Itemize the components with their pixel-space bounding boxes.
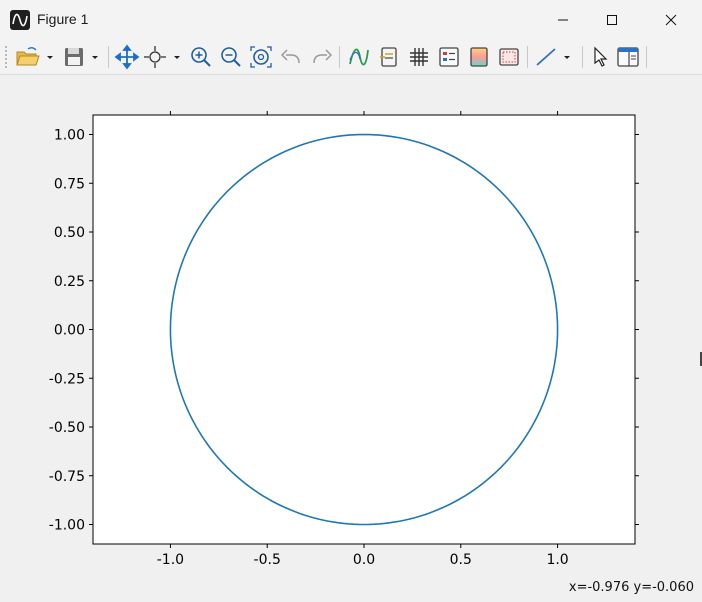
maximize-icon [607,15,617,25]
move-arrows-icon [114,44,140,70]
maximize-button[interactable] [589,0,635,40]
legend-icon [439,47,459,67]
save-button[interactable] [62,44,104,70]
minimize-button[interactable] [540,0,586,40]
grid-icon [410,48,428,66]
undo-icon [280,49,300,64]
line-icon [536,48,570,66]
cursor-label-icon [380,47,397,67]
y-tick-label: -1.00 [49,518,85,534]
y-tick-label: -0.25 [49,371,85,387]
curve-icon [349,48,369,66]
x-tick-label: -1.0 [157,552,184,568]
axes-frame-icon [499,48,519,66]
legend-button[interactable] [436,44,462,70]
axes-background [93,115,635,544]
zoom-fit-button[interactable] [248,44,274,70]
pointer-icon [594,46,608,67]
toolbar-separator [582,46,583,68]
zoom-to-rect-button[interactable] [142,44,186,70]
minimize-icon [558,19,568,21]
line-tool-button[interactable] [532,44,578,70]
y-tick-label: -0.50 [49,420,85,436]
floppy-disk-icon [65,48,98,66]
y-tick-label: 0.00 [54,323,85,339]
panel-layout-icon [617,47,639,67]
data-cursor-button[interactable] [376,44,402,70]
folder-open-icon [16,47,53,66]
x-tick-label: -0.5 [254,552,281,568]
y-tick-label: 0.25 [54,274,85,290]
axes-settings-button[interactable] [496,44,522,70]
window-title: Figure 1 [37,11,89,27]
colormap-icon [470,47,488,67]
title-bar: Figure 1 [0,0,702,40]
x-tick-label: 0.0 [353,552,375,568]
close-icon [665,14,677,26]
select-button[interactable] [587,44,613,70]
zoom-fit-icon [250,46,272,68]
close-button[interactable] [648,0,694,40]
crosshair-icon [144,46,180,68]
toolbar-separator [108,46,109,68]
toolbar-separator [339,46,340,68]
x-tick-label: 0.5 [450,552,472,568]
y-tick-label: 0.75 [54,176,85,192]
y-tick-label: 0.50 [54,225,85,241]
toolbar-separator [646,46,647,68]
undo-button[interactable] [279,44,305,70]
curve-style-button[interactable] [346,44,372,70]
redo-button[interactable] [308,44,334,70]
coordinates-readout: x=-0.976 y=-0.060 [568,580,694,595]
zoom-in-icon [191,47,211,67]
figure-options-button[interactable] [615,44,641,70]
x-tick-label: 1.0 [546,552,568,568]
redo-icon [313,49,333,64]
matplotlib-logo-icon [10,10,30,30]
toolbar-grip[interactable] [5,46,9,68]
pan-button[interactable] [114,44,140,70]
zoom-out-icon [221,47,241,67]
figure-canvas[interactable]: -1.0 -0.5 0.0 0.5 1.0 1.00 0.75 0.50 0.25 0.00 -0.… [0,75,702,575]
y-tick-label: 1.00 [54,128,85,144]
y-tick-label: -0.75 [49,469,85,485]
zoom-out-button[interactable] [218,44,244,70]
colormap-button[interactable] [466,44,492,70]
navigation-toolbar [0,40,702,75]
toolbar-separator [527,46,528,68]
open-button[interactable] [14,44,58,70]
grid-button[interactable] [406,44,432,70]
zoom-in-button[interactable] [188,44,214,70]
